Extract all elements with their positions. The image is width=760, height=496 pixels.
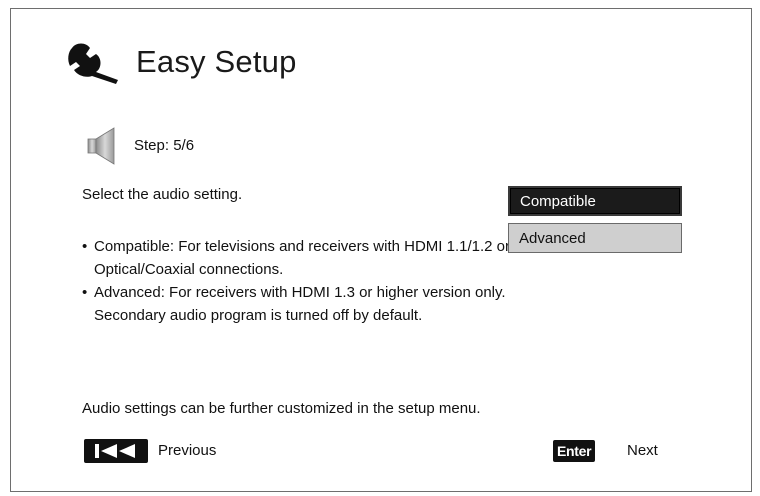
previous-label[interactable]: Previous [158,442,216,459]
list-item: • Advanced: For receivers with HDMI 1.3 … [82,281,512,327]
bullet-text-advanced: Advanced: For receivers with HDMI 1.3 or… [94,284,506,324]
bullet-marker: • [82,284,88,301]
step-indicator: Step: 5/6 [134,137,195,154]
next-label[interactable]: Next [627,442,658,459]
bullet-text-compatible: Compatible: For televisions and receiver… [94,238,511,278]
instruction-text: Select the audio setting. [82,186,243,203]
skip-previous-icon [95,444,135,458]
page-title: Easy Setup [136,44,297,79]
option-descriptions: • Compatible: For televisions and receiv… [82,235,512,327]
speaker-icon [86,126,120,171]
list-item: • Compatible: For televisions and receiv… [82,235,512,281]
option-compatible[interactable]: Compatible [508,186,682,216]
bullet-marker: • [82,238,88,255]
previous-button[interactable] [84,439,148,463]
enter-key[interactable]: Enter [553,440,596,462]
footnote-text: Audio settings can be further customized… [82,400,481,417]
wrench-icon [66,40,124,84]
audio-options-menu: Compatible Advanced [508,186,682,253]
option-advanced[interactable]: Advanced [508,223,682,253]
